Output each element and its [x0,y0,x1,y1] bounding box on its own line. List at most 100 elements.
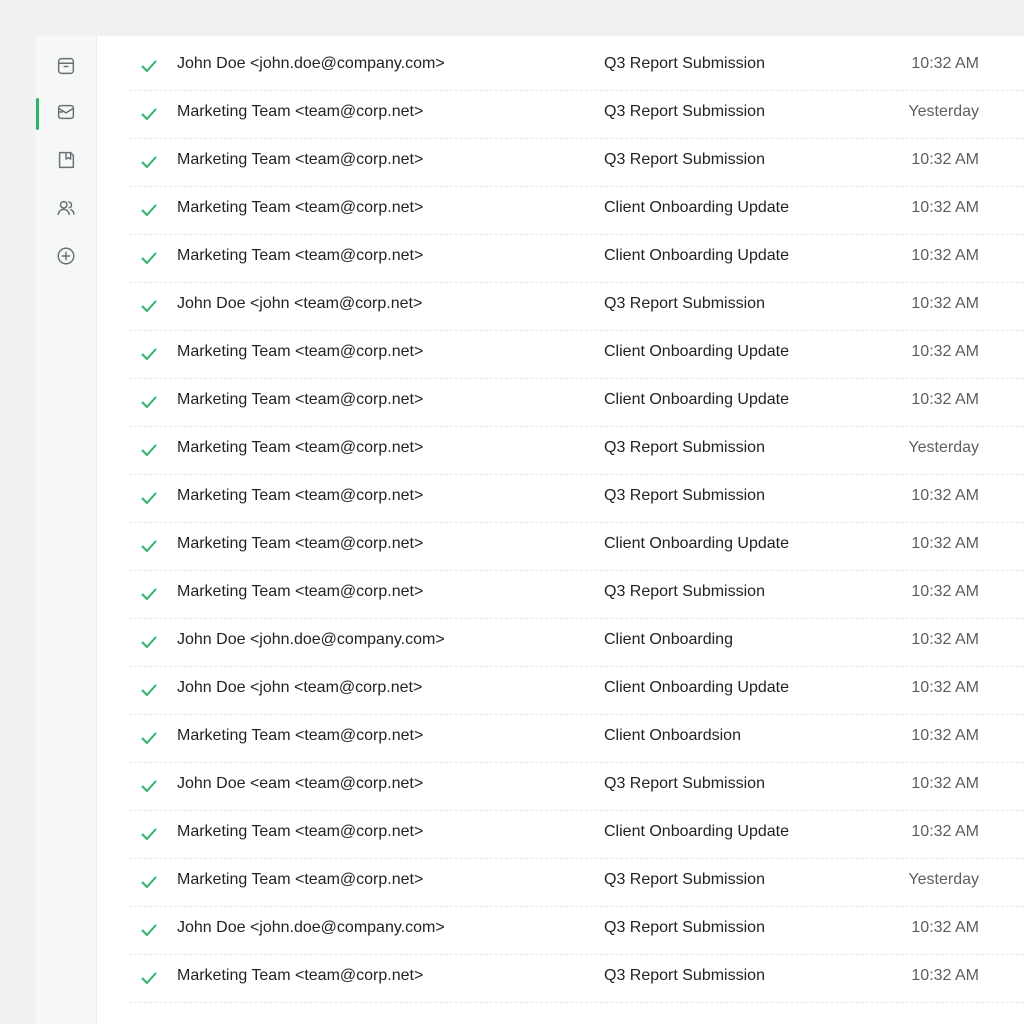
message-row[interactable]: Marketing Team <team@corp.net> Q3 Report … [129,139,1024,187]
check-icon [139,440,159,460]
message-row[interactable]: Marketing Team <team@corp.net> Client Onb… [129,331,1024,379]
mail-icon [55,101,77,128]
message-row[interactable]: Marketing Team <team@corp.net> Q3 Report … [129,91,1024,139]
message-time: 10:32 AM [911,631,979,648]
message-sender: Marketing Team <team@corp.net> [177,247,424,264]
message-time: 10:32 AM [911,343,979,360]
message-subject: Q3 Report Submission [604,487,765,504]
message-row[interactable]: Marketing Team <team@corp.net> Client Onb… [129,715,1024,763]
message-subject: Client Onboarding Update [604,823,790,840]
message-time: Yesterday [908,871,979,888]
message-row[interactable]: John Doe <john.doe@company.com> Client On… [129,619,1024,667]
message-sender: John Doe <john.doe@company.com> [177,919,445,936]
message-sender: Marketing Team <team@corp.net> [177,871,424,888]
message-time: Yesterday [908,439,979,456]
check-icon [139,296,159,316]
message-row[interactable]: Marketing Team <team@corp.net> Client Onb… [129,379,1024,427]
message-time: 10:32 AM [911,679,979,696]
message-row[interactable]: John Doe <eam <team@corp.net> Q3 Report S… [129,763,1024,811]
message-subject: Q3 Report Submission [604,919,765,936]
message-row[interactable]: John Doe <john <team@corp.net> Client Onb… [129,667,1024,715]
message-subject: Q3 Report Submission [604,775,765,792]
check-icon [139,728,159,748]
message-list: John Doe <john.doe@company.com> Q3 Report… [129,43,1024,1003]
sidebar-item-mail[interactable] [36,92,96,136]
message-time: 10:32 AM [911,199,979,216]
message-sender: Marketing Team <team@corp.net> [177,343,424,360]
message-time: 10:32 AM [911,151,979,168]
message-time: 10:32 AM [911,55,979,72]
message-time: 10:32 AM [911,823,979,840]
message-row[interactable]: Marketing Team <team@corp.net> Client Onb… [129,235,1024,283]
check-icon [139,776,159,796]
message-row[interactable]: Marketing Team <team@corp.net> Q3 Report … [129,859,1024,907]
message-subject: Client Onboarding Update [604,343,790,360]
message-sender: Marketing Team <team@corp.net> [177,103,424,120]
message-subject: Client Onboarding Update [604,535,790,552]
message-sender: Marketing Team <team@corp.net> [177,967,424,984]
check-icon [139,488,159,508]
check-icon [139,200,159,220]
message-time: 10:32 AM [911,535,979,552]
active-indicator [36,98,39,130]
message-subject: Client Onboarding Update [604,679,790,696]
check-icon [139,632,159,652]
message-row[interactable]: Marketing Team <team@corp.net> Client Onb… [129,811,1024,859]
message-time: Yesterday [908,103,979,120]
message-subject: Client Onboarding Update [604,199,790,216]
check-icon [139,56,159,76]
message-time: 10:32 AM [911,487,979,504]
message-sender: John Doe <john <team@corp.net> [177,679,423,696]
message-sender: Marketing Team <team@corp.net> [177,727,424,744]
message-time: 10:32 AM [911,583,979,600]
message-sender: Marketing Team <team@corp.net> [177,439,424,456]
add-circle-icon [55,245,77,272]
contacts-icon [55,197,77,224]
message-time: 10:32 AM [911,727,979,744]
mail-window: John Doe <john.doe@company.com> Q3 Report… [36,36,1024,1024]
message-time: 10:32 AM [911,391,979,408]
message-row[interactable]: John Doe <john.doe@company.com> Q3 Report… [129,43,1024,91]
message-subject: Q3 Report Submission [604,103,765,120]
check-icon [139,968,159,988]
check-icon [139,392,159,412]
check-icon [139,920,159,940]
check-icon [139,536,159,556]
message-subject: Q3 Report Submission [604,151,765,168]
message-sender: Marketing Team <team@corp.net> [177,823,424,840]
message-sender: Marketing Team <team@corp.net> [177,199,424,216]
message-row[interactable]: Marketing Team <team@corp.net> Client Onb… [129,523,1024,571]
message-subject: Client Onboardsion [604,727,741,744]
message-subject: Client Onboarding Update [604,247,790,264]
message-subject: Q3 Report Submission [604,295,765,312]
message-row[interactable]: Marketing Team <team@corp.net> Q3 Report … [129,427,1024,475]
message-subject: Client Onboarding [604,631,733,648]
message-sender: Marketing Team <team@corp.net> [177,583,424,600]
sidebar-item-contacts[interactable] [36,188,96,232]
message-sender: Marketing Team <team@corp.net> [177,151,424,168]
message-time: 10:32 AM [911,919,979,936]
message-row[interactable]: Marketing Team <team@corp.net> Q3 Report … [129,955,1024,1003]
message-row[interactable]: Marketing Team <team@corp.net> Client Onb… [129,187,1024,235]
sidebar-item-notes[interactable] [36,140,96,184]
message-row[interactable]: John Doe <john <team@corp.net> Q3 Report … [129,283,1024,331]
check-icon [139,104,159,124]
check-icon [139,680,159,700]
message-sender: John Doe <eam <team@corp.net> [177,775,424,792]
message-row[interactable]: John Doe <john.doe@company.com> Q3 Report… [129,907,1024,955]
sidebar-item-archive[interactable] [36,46,96,90]
message-subject: Q3 Report Submission [604,439,765,456]
sidebar-rail [36,36,97,1024]
check-icon [139,248,159,268]
message-row[interactable]: Marketing Team <team@corp.net> Q3 Report … [129,571,1024,619]
check-icon [139,344,159,364]
sidebar-item-add[interactable] [36,236,96,280]
message-sender: John Doe <john.doe@company.com> [177,631,445,648]
check-icon [139,152,159,172]
check-icon [139,584,159,604]
check-icon [139,824,159,844]
message-sender: Marketing Team <team@corp.net> [177,487,424,504]
message-subject: Q3 Report Submission [604,871,765,888]
message-row[interactable]: Marketing Team <team@corp.net> Q3 Report … [129,475,1024,523]
message-sender: Marketing Team <team@corp.net> [177,391,424,408]
